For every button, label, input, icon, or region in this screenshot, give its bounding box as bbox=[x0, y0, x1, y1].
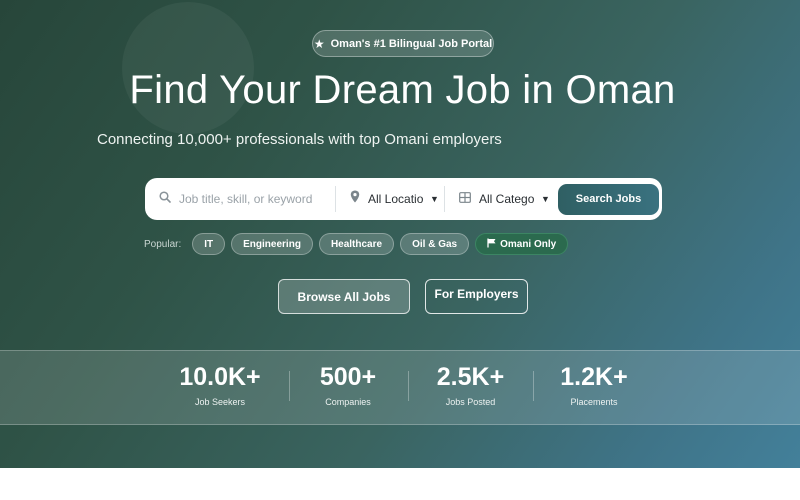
star-icon: ★ bbox=[313, 36, 325, 51]
tag-healthcare[interactable]: Healthcare bbox=[318, 233, 395, 255]
search-jobs-button[interactable]: Search Jobs bbox=[558, 183, 659, 215]
portal-badge: ★ Oman's #1 Bilingual Job Portal bbox=[312, 30, 494, 57]
stat-label: Job Seekers bbox=[194, 397, 246, 407]
stat-companies: 500+ Companies bbox=[303, 363, 393, 407]
location-select[interactable]: All Locations ▼ bbox=[336, 178, 444, 220]
hero-section: ★ Oman's #1 Bilingual Job Portal Find Yo… bbox=[0, 0, 800, 468]
flag-icon bbox=[487, 238, 496, 251]
category-select[interactable]: All Categories ▼ bbox=[445, 178, 556, 220]
chevron-down-icon: ▼ bbox=[430, 194, 439, 204]
tag-it[interactable]: IT bbox=[192, 233, 226, 255]
search-icon bbox=[159, 190, 171, 208]
for-employers-button[interactable]: For Employers bbox=[425, 279, 528, 314]
stat-value: 1.2K+ bbox=[560, 363, 628, 391]
hero-subtitle: Connecting 10,000+ professionals with to… bbox=[97, 131, 502, 148]
chevron-down-icon: ▼ bbox=[541, 194, 550, 204]
location-value: All Locations bbox=[368, 192, 424, 206]
stat-label: Placements bbox=[570, 397, 618, 407]
portal-badge-label: Oman's #1 Bilingual Job Portal bbox=[330, 37, 493, 50]
popular-label: Popular: bbox=[144, 238, 182, 250]
map-pin-icon bbox=[350, 190, 360, 208]
stat-value: 2.5K+ bbox=[436, 363, 505, 391]
job-search-bar: Job title, skill, or keyword All Locatio… bbox=[145, 178, 662, 220]
hero-title: Find Your Dream Job in Oman bbox=[129, 68, 676, 112]
stat-job-seekers: 10.0K+ Job Seekers bbox=[170, 363, 270, 407]
stat-label: Companies bbox=[325, 397, 371, 407]
keyword-input[interactable]: Job title, skill, or keyword bbox=[179, 192, 312, 206]
grid-icon bbox=[459, 190, 471, 208]
browse-all-jobs-button[interactable]: Browse All Jobs bbox=[278, 279, 410, 314]
stat-divider bbox=[533, 371, 534, 401]
tag-oil-gas[interactable]: Oil & Gas bbox=[400, 233, 470, 255]
stats-band: 10.0K+ Job Seekers 500+ Companies 2.5K+ … bbox=[0, 350, 800, 425]
keyword-field[interactable]: Job title, skill, or keyword bbox=[145, 178, 335, 220]
stat-value: 10.0K+ bbox=[179, 363, 261, 391]
stat-jobs-posted: 2.5K+ Jobs Posted bbox=[423, 363, 518, 407]
popular-tags: Popular: IT Engineering Healthcare Oil &… bbox=[144, 233, 574, 255]
tag-engineering[interactable]: Engineering bbox=[231, 233, 313, 255]
stat-divider bbox=[289, 371, 290, 401]
category-value: All Categories bbox=[479, 192, 535, 206]
stat-divider bbox=[408, 371, 409, 401]
tag-omani-only[interactable]: Omani Only bbox=[475, 233, 569, 255]
stat-value: 500+ bbox=[319, 363, 377, 391]
stat-placements: 1.2K+ Placements bbox=[548, 363, 640, 407]
stat-label: Jobs Posted bbox=[445, 397, 496, 407]
